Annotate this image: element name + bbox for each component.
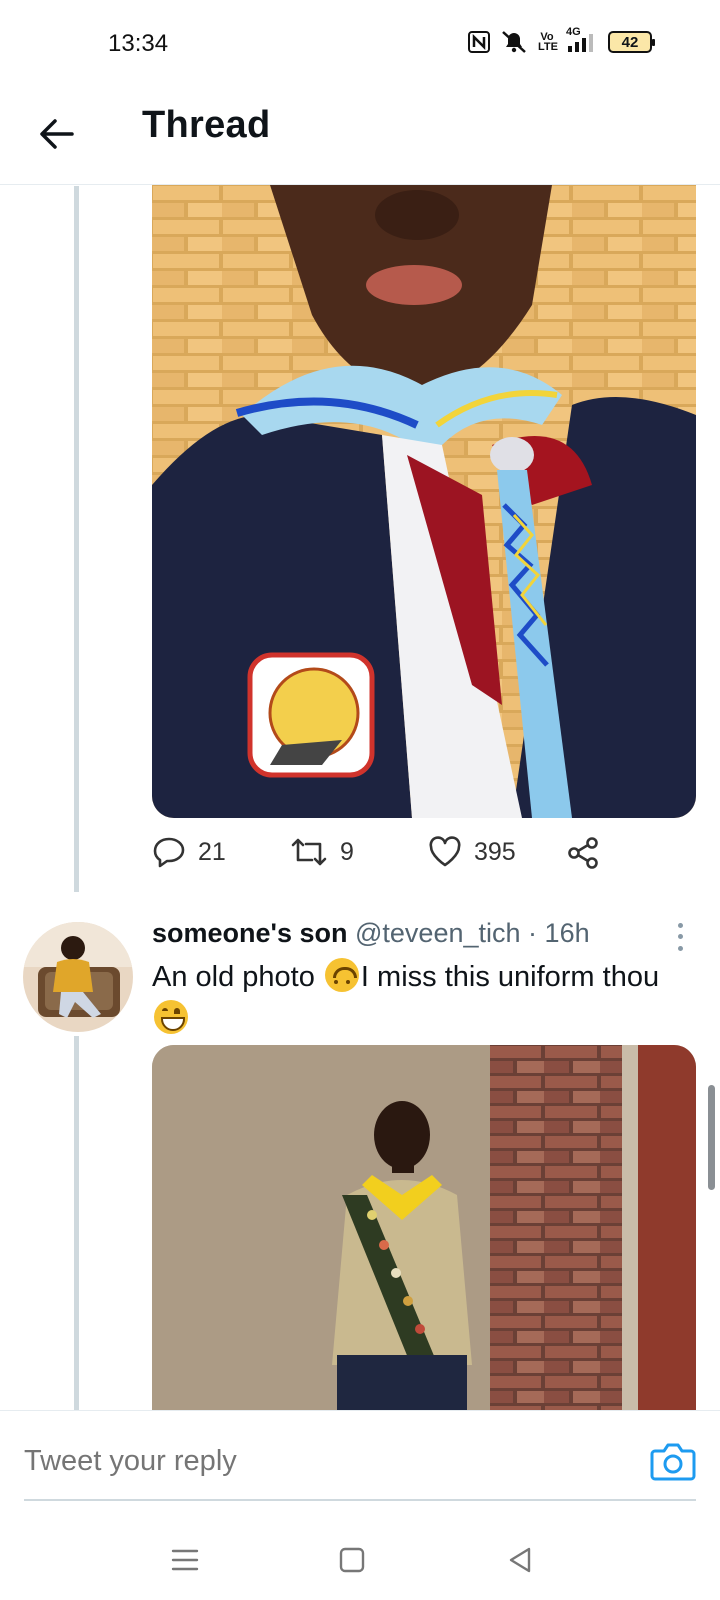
more-dot-icon [677,934,683,940]
tweet-text: An old photo I miss this uniform thou [152,956,697,1040]
share-icon [568,837,598,869]
photo-scout-sash [152,1045,696,1410]
tweet-text-part2: I miss this uniform thou [360,961,660,993]
status-icons: Vo LTE 4G 42 [468,26,655,54]
square-icon [339,1547,365,1573]
volte-icon: Vo LTE [538,31,558,53]
tweet-header: someone's son @teveen_tich · 16h [152,918,590,949]
signal-icon: 4G [566,26,598,54]
triangle-back-icon [509,1547,531,1573]
tweet-text-part1: An old photo [152,961,323,993]
menu-icon [171,1549,199,1571]
reply-action[interactable]: 21 [152,836,226,868]
share-action[interactable] [566,836,600,870]
nfc-icon [468,31,490,53]
arrow-left-icon [40,119,74,149]
nav-home-button[interactable] [332,1542,372,1578]
nav-menu-button[interactable] [165,1542,205,1578]
avatar[interactable] [23,922,133,1032]
avatar-photo [23,922,133,1032]
retweet-icon [291,838,327,866]
status-bar: 13:34 Vo LTE 4G 42 [0,0,720,90]
battery-level: 42 [621,33,639,51]
thread-header: Thread [0,90,720,185]
mute-icon [500,30,528,54]
volte-label: Vo LTE [538,31,558,53]
more-dot-icon [677,923,683,929]
tweet-time: 16h [544,918,590,948]
network-label: 4G [566,26,581,38]
like-count: 395 [474,837,516,866]
status-time: 13:34 [108,30,169,57]
grinning-face-icon [154,1000,188,1034]
back-button[interactable] [34,112,78,156]
thread-line-bottom [74,1036,79,1410]
retweet-action[interactable]: 9 [290,836,354,868]
more-options-button[interactable] [668,920,692,954]
camera-button[interactable] [650,1439,696,1483]
tweet-author-handle[interactable]: @teveen_tich [355,918,521,948]
page-title: Thread [142,104,271,146]
nav-back-button[interactable] [500,1542,540,1578]
camera-icon [650,1443,696,1481]
reply-count: 21 [198,837,226,866]
thread-line-top [74,186,79,892]
upside-down-face-icon [324,958,359,992]
more-dot-icon [677,945,683,951]
retweet-count: 9 [340,837,354,866]
reply-underline [24,1499,696,1501]
reply-bar [0,1410,720,1520]
heart-icon [429,836,461,867]
tweet-author-name[interactable]: someone's son [152,918,347,948]
tweet-separator: · [528,918,538,948]
scrollbar[interactable] [708,1085,715,1190]
photo-scout-uniform [152,185,696,818]
tweet-media-photo-2[interactable] [152,1045,696,1410]
battery-icon: 42 [608,31,655,53]
like-action[interactable]: 395 [428,836,516,868]
system-nav-bar [0,1520,720,1600]
tweet-media-photo[interactable] [152,185,696,818]
tweet-actions: 21 9 395 [152,836,632,884]
reply-icon [153,837,185,868]
reply-input[interactable] [24,1437,614,1485]
